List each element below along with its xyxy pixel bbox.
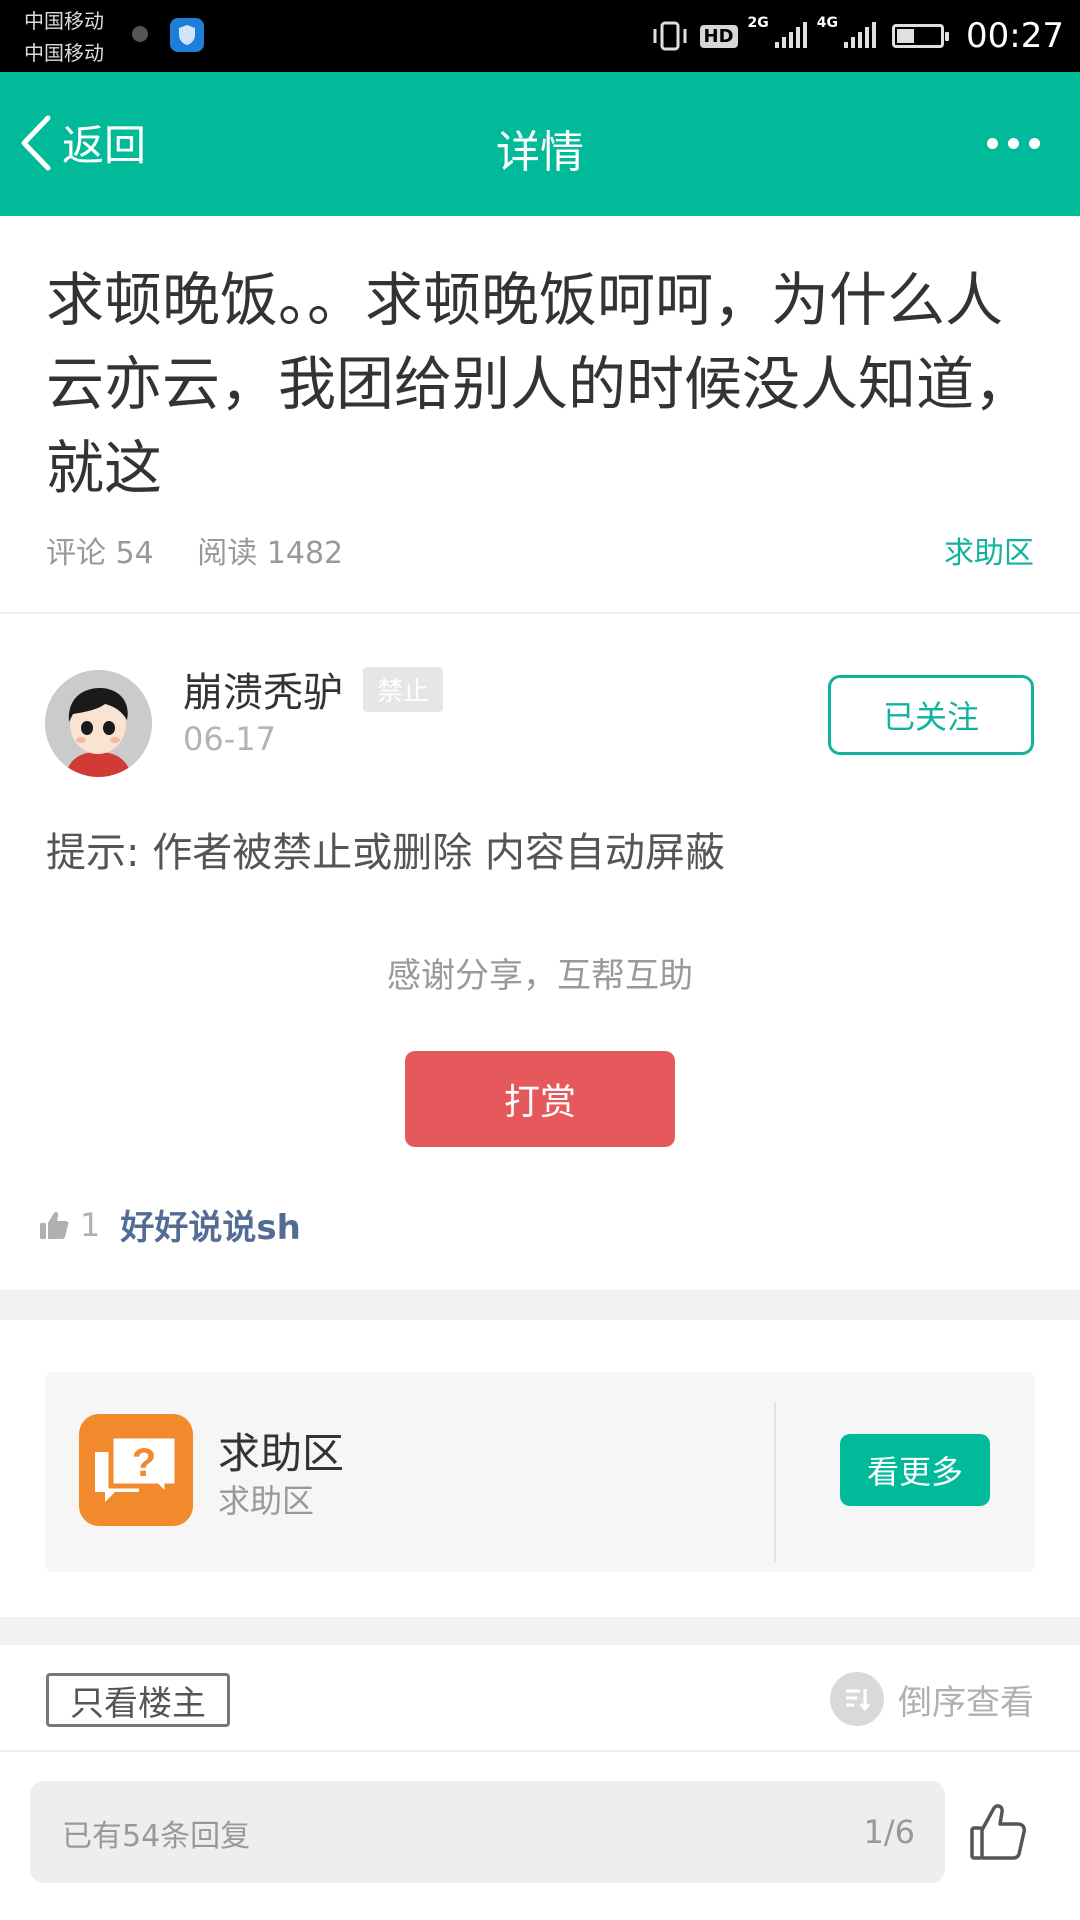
post-date: 06-17 [183,720,276,758]
more-dot-icon [1008,138,1019,149]
page-indicator: 1/6 [863,1813,916,1851]
section-gap [0,1617,1080,1645]
reply-input[interactable]: 已有54条回复 1/6 [30,1781,945,1883]
more-dot-icon [987,138,998,149]
cartoon-avatar-icon [45,670,152,777]
divider [0,612,1080,614]
signal-icon-2 [844,22,877,48]
carrier-label-2: 中国移动 [24,41,104,65]
section-gap [0,1290,1080,1320]
status-right: HD 2G 4G 00:27 [650,14,1064,58]
hd-icon: HD [699,24,738,48]
author-name[interactable]: 崩溃秃驴 [183,660,343,718]
thumbs-up-outline-icon [970,1804,1026,1860]
sort-label: 倒序查看 [898,1682,1034,1723]
svg-text:?: ? [132,1441,156,1485]
like-post-button[interactable] [966,1800,1030,1864]
post-meta: 评论 54 阅读 1482 [46,528,377,572]
author-row: 崩溃秃驴 禁止 [183,660,444,718]
follow-button[interactable]: 已关注 [828,675,1034,755]
reverse-sort-button[interactable]: 倒序查看 [830,1672,1034,1726]
blocked-notice: 提示: 作者被禁止或删除 内容自动屏蔽 [46,830,725,876]
network-type-label: 2G [747,15,769,31]
more-dot-icon [1029,138,1040,149]
like-count: 1 [80,1205,101,1244]
carrier-label-1: 中国移动 [24,9,104,33]
signal-icon [774,22,807,48]
liker-name[interactable]: 好好说说sh [120,1200,300,1249]
see-more-button[interactable]: 看更多 [840,1434,990,1506]
notification-icon [132,26,148,42]
reply-placeholder: 已有54条回复 [62,1819,251,1854]
post-title: 求顿晚饭。。求顿晚饭呵呵，为什么人云亦云，我团给别人的时候没人知道，就这 [46,266,1033,502]
sort-icon [830,1672,884,1726]
likes-row: 1 好好说说sh [38,1200,301,1249]
thumbs-up-icon[interactable] [38,1209,70,1241]
board-card[interactable]: ? 求助区 求助区 看更多 [45,1372,1035,1572]
divider [774,1402,776,1562]
thanks-text: 感谢分享，互帮互助 [387,956,693,996]
avatar[interactable] [45,670,152,777]
comment-count: 评论 54 [46,536,154,571]
board-subtitle: 求助区 [218,1482,315,1520]
help-board-icon: ? [79,1414,193,1526]
more-menu-button[interactable] [987,138,1040,149]
page-title: 详情 [496,127,584,178]
clock: 00:27 [966,16,1064,56]
reward-button[interactable]: 打赏 [405,1051,675,1147]
status-bar: 中国移动 中国移动 HD 2G 4G 00:27 [0,0,1080,72]
network-type-label-2: 4G [816,15,839,31]
top-nav-bar: 返回 详情 [0,72,1080,216]
board-name: 求助区 [218,1429,345,1478]
divider [0,1750,1080,1752]
host-only-button[interactable]: 只看楼主 [46,1673,230,1727]
banned-badge: 禁止 [363,666,444,712]
battery-icon [892,24,950,48]
vibrate-icon [653,21,687,51]
read-count: 阅读 1482 [197,536,344,571]
board-link[interactable]: 求助区 [944,528,1034,572]
shield-app-icon [170,18,204,52]
